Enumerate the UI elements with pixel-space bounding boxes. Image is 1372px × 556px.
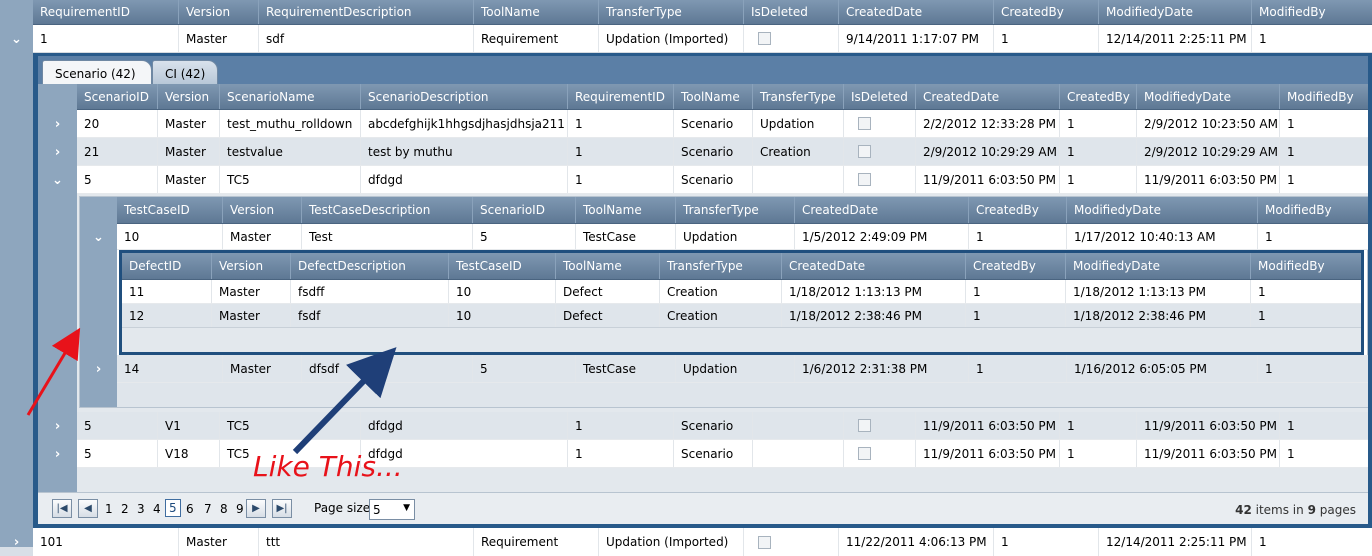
red-arrow xyxy=(26,327,81,416)
annotation-arrows xyxy=(26,327,397,455)
blue-arrow xyxy=(292,347,397,455)
annotation-text: Like This... xyxy=(253,450,403,483)
